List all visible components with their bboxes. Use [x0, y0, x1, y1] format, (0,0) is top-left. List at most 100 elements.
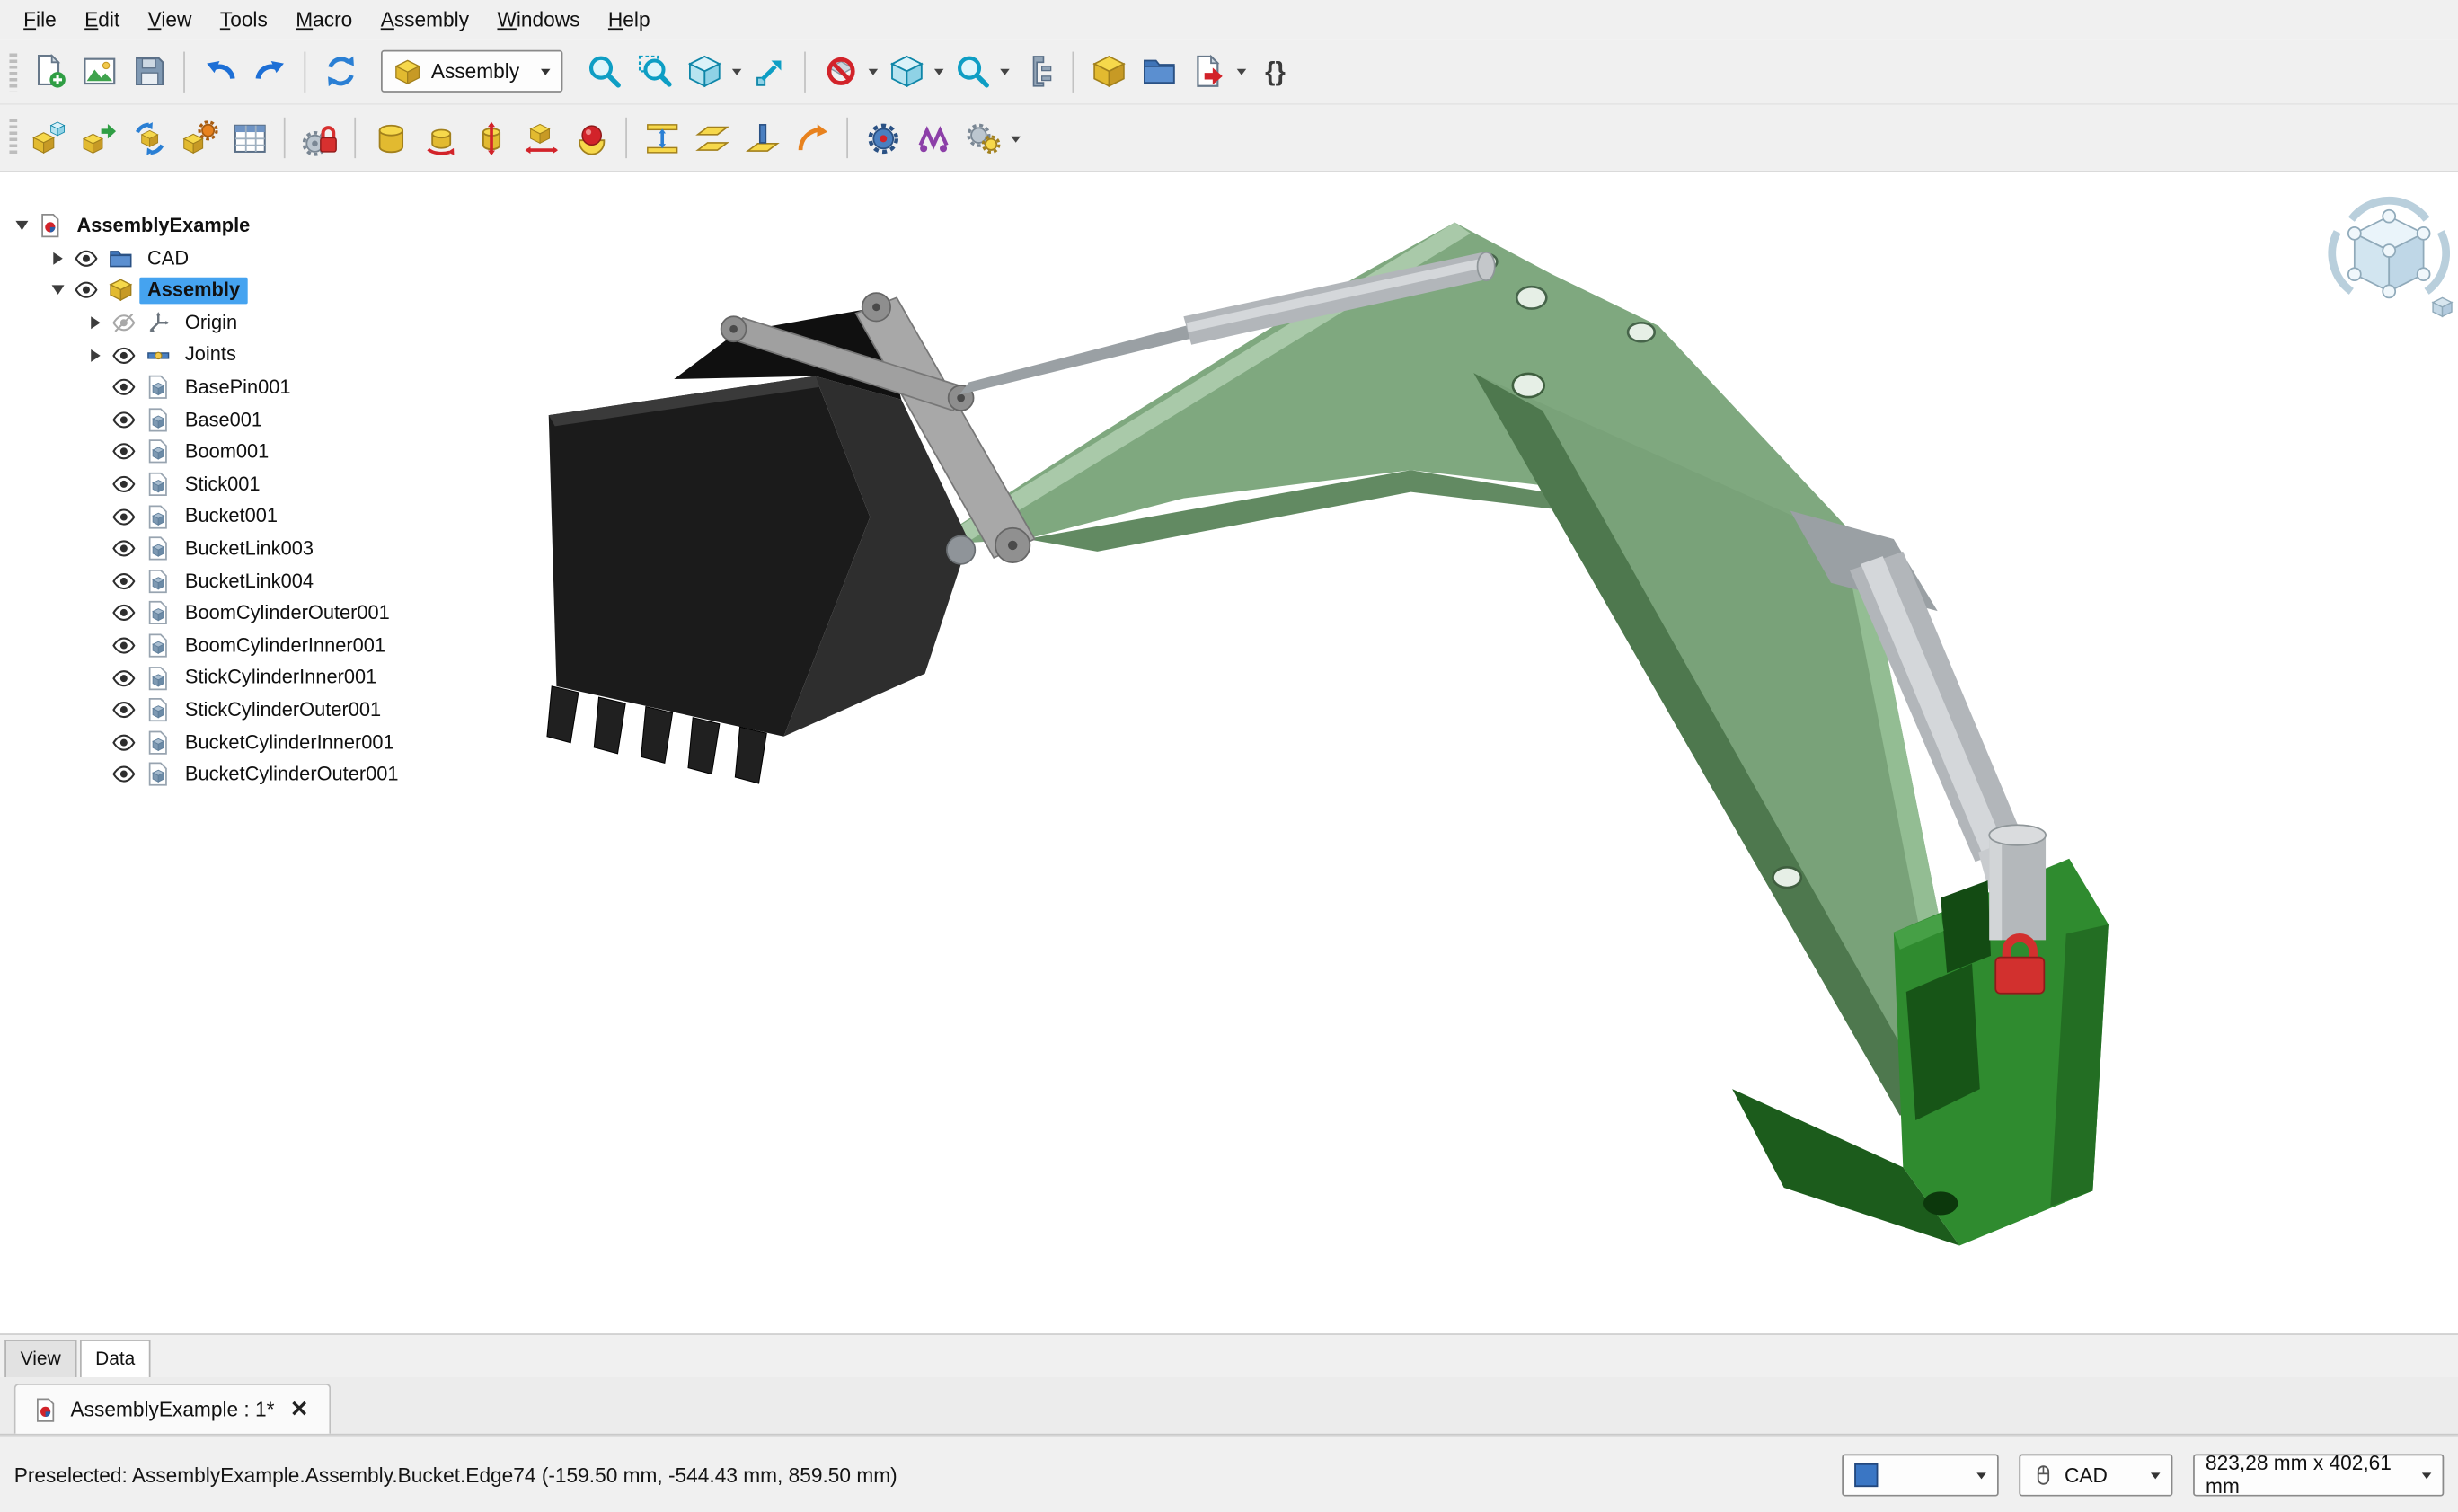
chevron-down-icon[interactable]: [1011, 136, 1020, 146]
visibility-eye-icon[interactable]: [111, 601, 146, 626]
create-group-button[interactable]: [1135, 48, 1181, 94]
tab-data[interactable]: Data: [80, 1340, 151, 1377]
save-document-button[interactable]: [126, 48, 172, 94]
expand-arrow[interactable]: [42, 279, 74, 304]
3d-viewport[interactable]: AssemblyExample CAD Assembly Origin: [0, 172, 2458, 1333]
model-boom-bucket-pin[interactable]: [947, 535, 975, 563]
solve-assembly-button[interactable]: [126, 114, 172, 161]
new-document-button[interactable]: [25, 48, 72, 94]
visibility-eye-icon[interactable]: [111, 472, 146, 497]
chevron-down-icon[interactable]: [732, 69, 741, 80]
workbench-selector[interactable]: Assembly: [381, 50, 562, 93]
view-dimensions-selector[interactable]: 823,28 mm x 402,61 mm: [2193, 1454, 2444, 1496]
visibility-eye-off-icon[interactable]: [111, 310, 146, 335]
tab-view[interactable]: View: [4, 1340, 76, 1377]
measure-button[interactable]: [1014, 48, 1061, 94]
open-document-button[interactable]: [75, 48, 122, 94]
visibility-eye-icon[interactable]: [111, 375, 146, 400]
visibility-eye-icon[interactable]: [74, 279, 108, 304]
document-tab[interactable]: AssemblyExample : 1*: [14, 1384, 331, 1434]
tree-item-bucketlink004[interactable]: BucketLink004: [0, 565, 486, 597]
joint-revolute-button[interactable]: [417, 114, 464, 161]
chevron-down-icon[interactable]: [934, 69, 943, 80]
tree-item-boomcylinderinner001[interactable]: BoomCylinderInner001: [0, 630, 486, 662]
visibility-eye-icon[interactable]: [111, 633, 146, 659]
tree-item-bucket001[interactable]: Bucket001: [0, 500, 486, 533]
menu-macro[interactable]: Macro: [282, 3, 367, 36]
visibility-eye-icon[interactable]: [111, 729, 146, 755]
toggle-grounded-button[interactable]: [296, 114, 343, 161]
menu-windows[interactable]: Windows: [483, 3, 594, 36]
chevron-down-icon[interactable]: [1237, 69, 1246, 80]
menu-tools[interactable]: Tools: [206, 3, 281, 36]
tree-item-basepin001[interactable]: BasePin001: [0, 371, 486, 403]
joint-belt-button[interactable]: [909, 114, 956, 161]
tree-item-assemblyexample[interactable]: AssemblyExample: [0, 210, 486, 243]
visibility-eye-icon[interactable]: [111, 666, 146, 691]
visibility-eye-icon[interactable]: [111, 697, 146, 722]
tree-item-bucketlink003[interactable]: BucketLink003: [0, 533, 486, 565]
tree-item-cad[interactable]: CAD: [0, 243, 486, 275]
visibility-eye-icon[interactable]: [111, 569, 146, 594]
tree-item-stickcylinderinner001[interactable]: StickCylinderInner001: [0, 662, 486, 694]
selected-tree-label[interactable]: Assembly: [139, 278, 248, 304]
menu-file[interactable]: File: [9, 3, 70, 36]
chevron-down-icon[interactable]: [1000, 69, 1009, 80]
expression-editor-button[interactable]: [1251, 48, 1297, 94]
expand-arrow[interactable]: [42, 246, 74, 271]
zoom-selection-button[interactable]: [630, 48, 676, 94]
expand-arrow[interactable]: [80, 342, 111, 367]
visibility-eye-icon[interactable]: [111, 342, 146, 367]
visibility-eye-icon[interactable]: [111, 504, 146, 529]
close-icon[interactable]: [287, 1396, 311, 1423]
joint-gears-button[interactable]: [959, 114, 1006, 161]
undo-button[interactable]: [196, 48, 243, 94]
expand-arrow[interactable]: [80, 310, 111, 335]
create-assembly-button[interactable]: [25, 114, 72, 161]
joint-perpendicular-button[interactable]: [738, 114, 785, 161]
tree-item-joints[interactable]: Joints: [0, 339, 486, 371]
menu-edit[interactable]: Edit: [70, 3, 134, 36]
joint-distance-button[interactable]: [638, 114, 685, 161]
make-link-button[interactable]: [1185, 48, 1232, 94]
redo-button[interactable]: [246, 48, 293, 94]
tree-item-stickcylinderouter001[interactable]: StickCylinderOuter001: [0, 694, 486, 726]
menu-view[interactable]: View: [134, 3, 206, 36]
visibility-eye-icon[interactable]: [111, 407, 146, 432]
joint-slider-button[interactable]: [517, 114, 564, 161]
navigation-style-selector[interactable]: CAD: [2019, 1454, 2172, 1496]
navigation-cube[interactable]: [2332, 200, 2452, 316]
menu-help[interactable]: Help: [594, 3, 664, 36]
tree-item-origin[interactable]: Origin: [0, 306, 486, 339]
joint-ball-button[interactable]: [568, 114, 614, 161]
color-style-selector[interactable]: [1842, 1454, 1998, 1496]
box-view-button[interactable]: [882, 48, 929, 94]
tree-item-stick001[interactable]: Stick001: [0, 468, 486, 500]
tree-item-boom001[interactable]: Boom001: [0, 436, 486, 468]
tree-item-base001[interactable]: Base001: [0, 403, 486, 436]
joint-angle-button[interactable]: [789, 114, 836, 161]
tree-item-boomcylinderouter001[interactable]: BoomCylinderOuter001: [0, 597, 486, 630]
toolbar-drag-handle[interactable]: [9, 119, 17, 157]
toolbar-drag-handle[interactable]: [9, 52, 17, 90]
menu-assembly[interactable]: Assembly: [367, 3, 483, 36]
joint-parallel-button[interactable]: [688, 114, 735, 161]
navigation-mini-cube-icon[interactable]: [2433, 297, 2452, 316]
refresh-button[interactable]: [316, 48, 363, 94]
fit-all-button[interactable]: [580, 48, 627, 94]
visibility-eye-icon[interactable]: [111, 439, 146, 464]
clipping-plane-button[interactable]: [817, 48, 863, 94]
tree-item-bucketcylinderinner001[interactable]: BucketCylinderInner001: [0, 726, 486, 758]
flexible-assembly-button[interactable]: [175, 114, 222, 161]
tree-item-assembly[interactable]: Assembly: [0, 275, 486, 307]
joint-rack-pinion-button[interactable]: [859, 114, 906, 161]
visibility-eye-icon[interactable]: [74, 246, 108, 271]
align-view-button[interactable]: [747, 48, 793, 94]
bill-of-materials-button[interactable]: [225, 114, 272, 161]
zoom-tools-button[interactable]: [949, 48, 995, 94]
insert-component-button[interactable]: [75, 114, 122, 161]
visibility-eye-icon[interactable]: [111, 762, 146, 787]
expand-arrow[interactable]: [6, 214, 38, 239]
joint-fixed-button[interactable]: [367, 114, 413, 161]
create-part-button[interactable]: [1084, 48, 1131, 94]
